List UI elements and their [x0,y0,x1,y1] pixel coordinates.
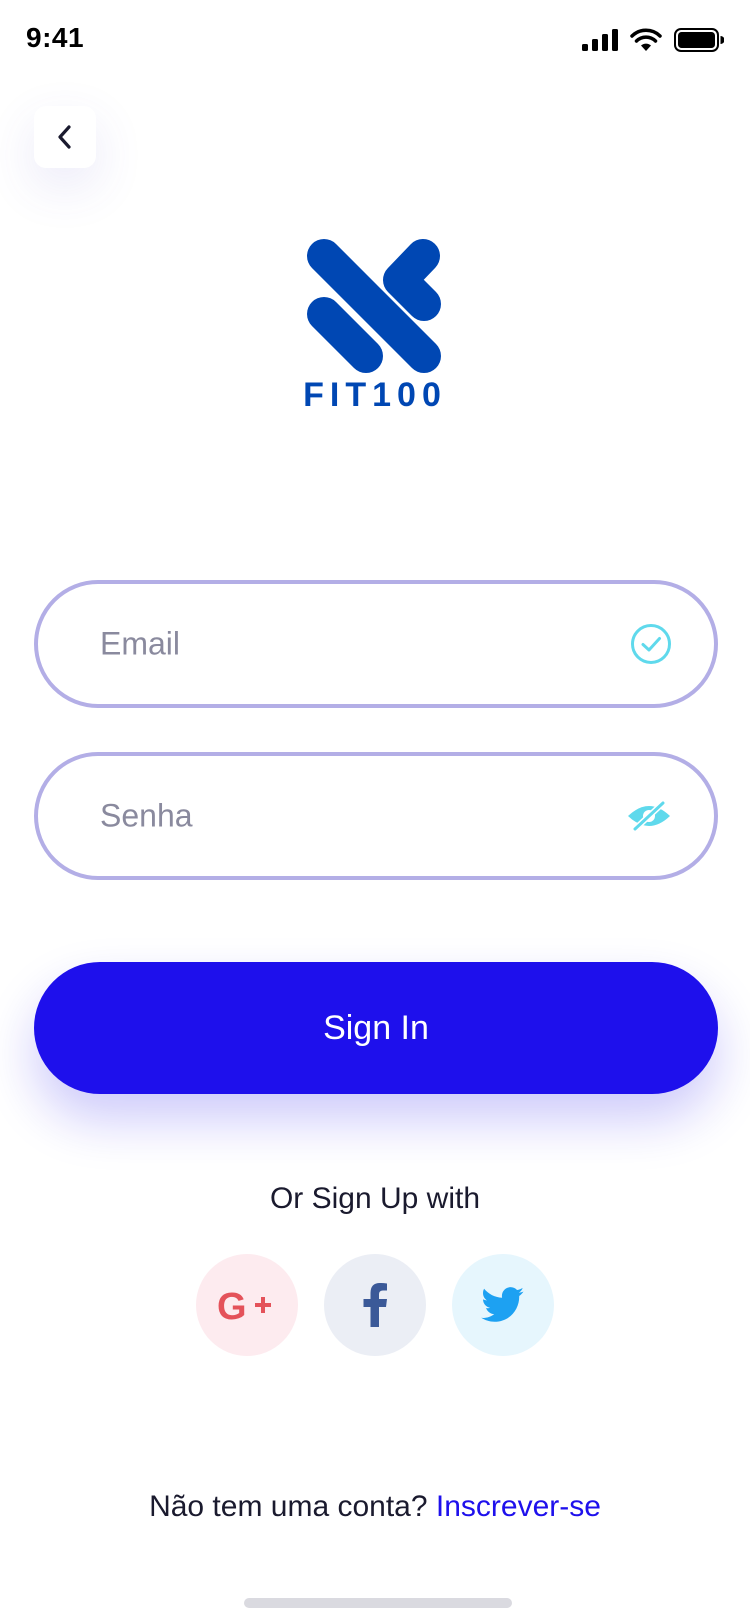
fit100-logo-mark [307,239,441,373]
password-field [34,752,718,880]
sign-in-button[interactable]: Sign In [34,962,718,1094]
signup-prompt: Não tem uma conta? Inscrever-se [0,1490,750,1524]
wifi-icon [630,28,662,51]
signup-prompt-text: Não tem uma conta? [149,1490,428,1523]
social-signup-heading: Or Sign Up with [269,1182,481,1215]
facebook-icon [363,1283,387,1327]
twitter-button[interactable] [452,1254,554,1356]
battery-icon [674,28,724,52]
check-circle-icon [630,623,672,665]
status-bar: 9:41 [0,0,750,88]
home-indicator [244,1598,512,1608]
google-plus-icon: G [217,1286,271,1325]
twitter-icon [481,1287,524,1322]
chevron-left-icon [58,125,71,149]
facebook-button[interactable] [324,1254,426,1356]
email-field [34,580,718,708]
eye-off-icon[interactable] [626,800,672,832]
cellular-signal-icon [582,29,618,51]
signup-link[interactable]: Inscrever-se [436,1490,601,1523]
status-icons [582,28,724,52]
back-button[interactable] [34,106,96,168]
svg-text:G: G [217,1286,247,1325]
social-buttons: G [0,1254,750,1356]
status-time: 9:41 [26,22,85,53]
app-logo: FIT100 [300,236,460,422]
logo-wordmark: FIT100 [303,376,447,414]
email-input[interactable] [98,624,582,664]
google-plus-button[interactable]: G [196,1254,298,1356]
password-input[interactable] [98,796,582,836]
